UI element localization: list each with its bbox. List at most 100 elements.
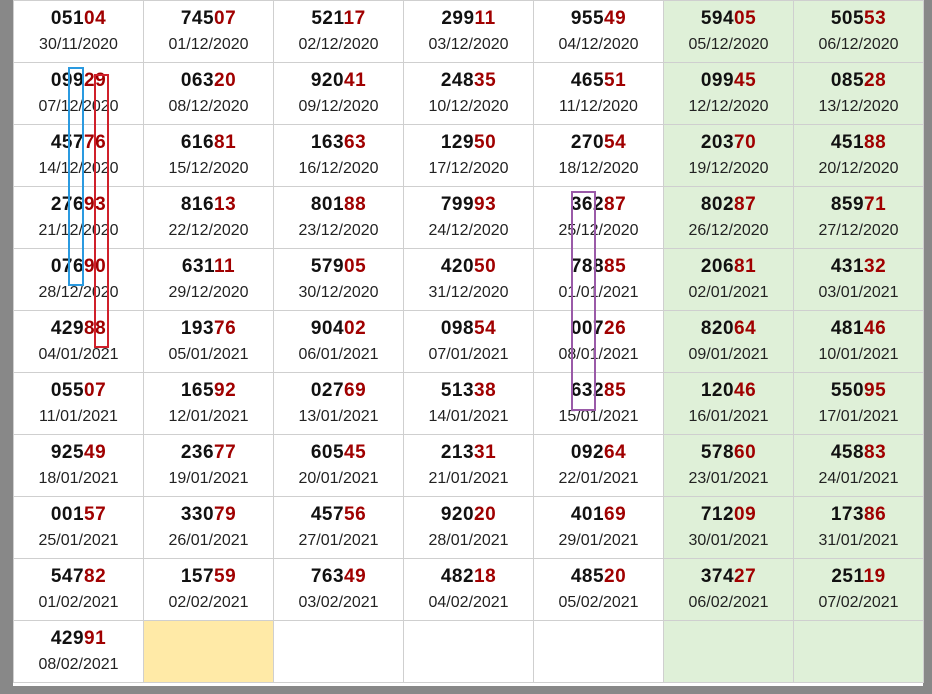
- tail-digits: 64: [734, 318, 757, 339]
- result-date: 20/01/2021: [298, 470, 379, 487]
- lead-digits: 157: [180, 566, 215, 587]
- result-date: 25/12/2020: [558, 222, 639, 239]
- result-number: 48218: [404, 566, 533, 588]
- result-number: 40169: [534, 504, 663, 526]
- result-cell: 00157 25/01/2021: [13, 496, 144, 559]
- lead-digits: 248: [440, 70, 475, 91]
- lead-digits: 055: [50, 380, 85, 401]
- result-cell: 42988 04/01/2021: [13, 310, 144, 373]
- tail-digits: 05: [344, 256, 367, 277]
- result-date: 17/12/2020: [428, 160, 509, 177]
- grid-row: 42991 08/02/2021: [13, 620, 924, 683]
- tail-digits: 54: [474, 318, 497, 339]
- tail-digits: 71: [864, 194, 887, 215]
- result-date: 02/01/2021: [688, 284, 769, 301]
- result-number: 60545: [274, 442, 403, 464]
- result-cell: 78885 01/01/2021: [533, 248, 664, 311]
- result-cell: 00726 08/01/2021: [533, 310, 664, 373]
- result-cell: 92549 18/01/2021: [13, 434, 144, 497]
- result-cell: 36287 25/12/2020: [533, 186, 664, 249]
- result-cell: 06320 08/12/2020: [143, 62, 274, 125]
- result-number: 05507: [14, 380, 143, 402]
- result-number: 57860: [664, 442, 793, 464]
- lead-digits: 458: [830, 442, 865, 463]
- lead-digits: 099: [700, 70, 735, 91]
- result-number: 92041: [274, 70, 403, 92]
- lead-digits: 594: [700, 8, 735, 29]
- result-cell: 12950 17/12/2020: [403, 124, 534, 187]
- lead-digits: 027: [310, 380, 345, 401]
- lead-digits: 547: [50, 566, 85, 587]
- tail-digits: 51: [604, 70, 627, 91]
- lead-digits: 712: [700, 504, 735, 525]
- result-number: 43132: [794, 256, 923, 278]
- result-number: 25119: [794, 566, 923, 588]
- result-cell: 45883 24/01/2021: [793, 434, 924, 497]
- result-date: 11/01/2021: [39, 408, 118, 425]
- result-number: 55095: [794, 380, 923, 402]
- result-number: 76349: [274, 566, 403, 588]
- result-date: 04/12/2020: [558, 36, 639, 53]
- tail-digits: 83: [864, 442, 887, 463]
- result-number: 20681: [664, 256, 793, 278]
- tail-digits: 11: [214, 256, 236, 277]
- result-date: 19/12/2020: [688, 160, 769, 177]
- result-cell: 63111 29/12/2020: [143, 248, 274, 311]
- tail-digits: 09: [734, 504, 757, 525]
- result-date: 04/01/2021: [38, 346, 119, 363]
- result-date: 01/01/2021: [558, 284, 639, 301]
- lead-digits: 299: [441, 8, 475, 29]
- result-date: 08/12/2020: [168, 98, 249, 115]
- result-date: 30/12/2020: [298, 284, 379, 301]
- result-date: 01/02/2021: [38, 594, 119, 611]
- tail-digits: 41: [344, 70, 367, 91]
- lead-digits: 401: [570, 504, 605, 525]
- result-number: 78885: [534, 256, 663, 278]
- lead-digits: 513: [440, 380, 475, 401]
- grid-row: 05507 11/01/2021 16592 12/01/2021 02769 13/01…: [13, 372, 924, 435]
- tail-digits: 38: [474, 380, 497, 401]
- result-cell: 61681 15/12/2020: [143, 124, 274, 187]
- result-number: 36287: [534, 194, 663, 216]
- lead-digits: 550: [830, 380, 865, 401]
- lead-digits: 085: [830, 70, 865, 91]
- lead-digits: 451: [830, 132, 865, 153]
- result-number: 90402: [274, 318, 403, 340]
- result-number: 19376: [144, 318, 273, 340]
- result-cell: 51338 14/01/2021: [403, 372, 534, 435]
- result-date: 02/02/2021: [168, 594, 249, 611]
- result-number: 48146: [794, 318, 923, 340]
- result-number: 79993: [404, 194, 533, 216]
- result-number: 57905: [274, 256, 403, 278]
- result-cell: 33079 26/01/2021: [143, 496, 274, 559]
- lead-digits: 955: [570, 8, 605, 29]
- lead-digits: 799: [440, 194, 475, 215]
- lead-digits: 203: [700, 132, 735, 153]
- result-cell: 46551 11/12/2020: [533, 62, 664, 125]
- result-date: 03/02/2021: [298, 594, 379, 611]
- result-date: 01/12/2020: [168, 36, 249, 53]
- tail-digits: 69: [604, 504, 627, 525]
- result-date: 10/12/2020: [428, 98, 509, 115]
- result-cell: 55095 17/01/2021: [793, 372, 924, 435]
- result-cell: 59405 05/12/2020: [663, 0, 794, 63]
- result-cell: 16592 12/01/2021: [143, 372, 274, 435]
- result-date: 05/01/2021: [168, 346, 249, 363]
- result-date: 09/12/2020: [298, 98, 379, 115]
- tail-digits: 02: [344, 318, 367, 339]
- result-number: 82064: [664, 318, 793, 340]
- result-number: 09854: [404, 318, 533, 340]
- result-cell: 48146 10/01/2021: [793, 310, 924, 373]
- result-date: 02/12/2020: [298, 36, 379, 53]
- result-number: 92549: [14, 442, 143, 464]
- result-number: 48520: [534, 566, 663, 588]
- result-number: 33079: [144, 504, 273, 526]
- result-date: 24/01/2021: [818, 470, 899, 487]
- result-number: 06320: [144, 70, 273, 92]
- lead-digits: 193: [180, 318, 215, 339]
- result-date: 30/11/2020: [39, 36, 118, 53]
- result-cell: 05104 30/11/2020: [13, 0, 144, 63]
- result-cell: 52117 02/12/2020: [273, 0, 404, 63]
- result-cell: 57905 30/12/2020: [273, 248, 404, 311]
- lead-digits: 063: [180, 70, 215, 91]
